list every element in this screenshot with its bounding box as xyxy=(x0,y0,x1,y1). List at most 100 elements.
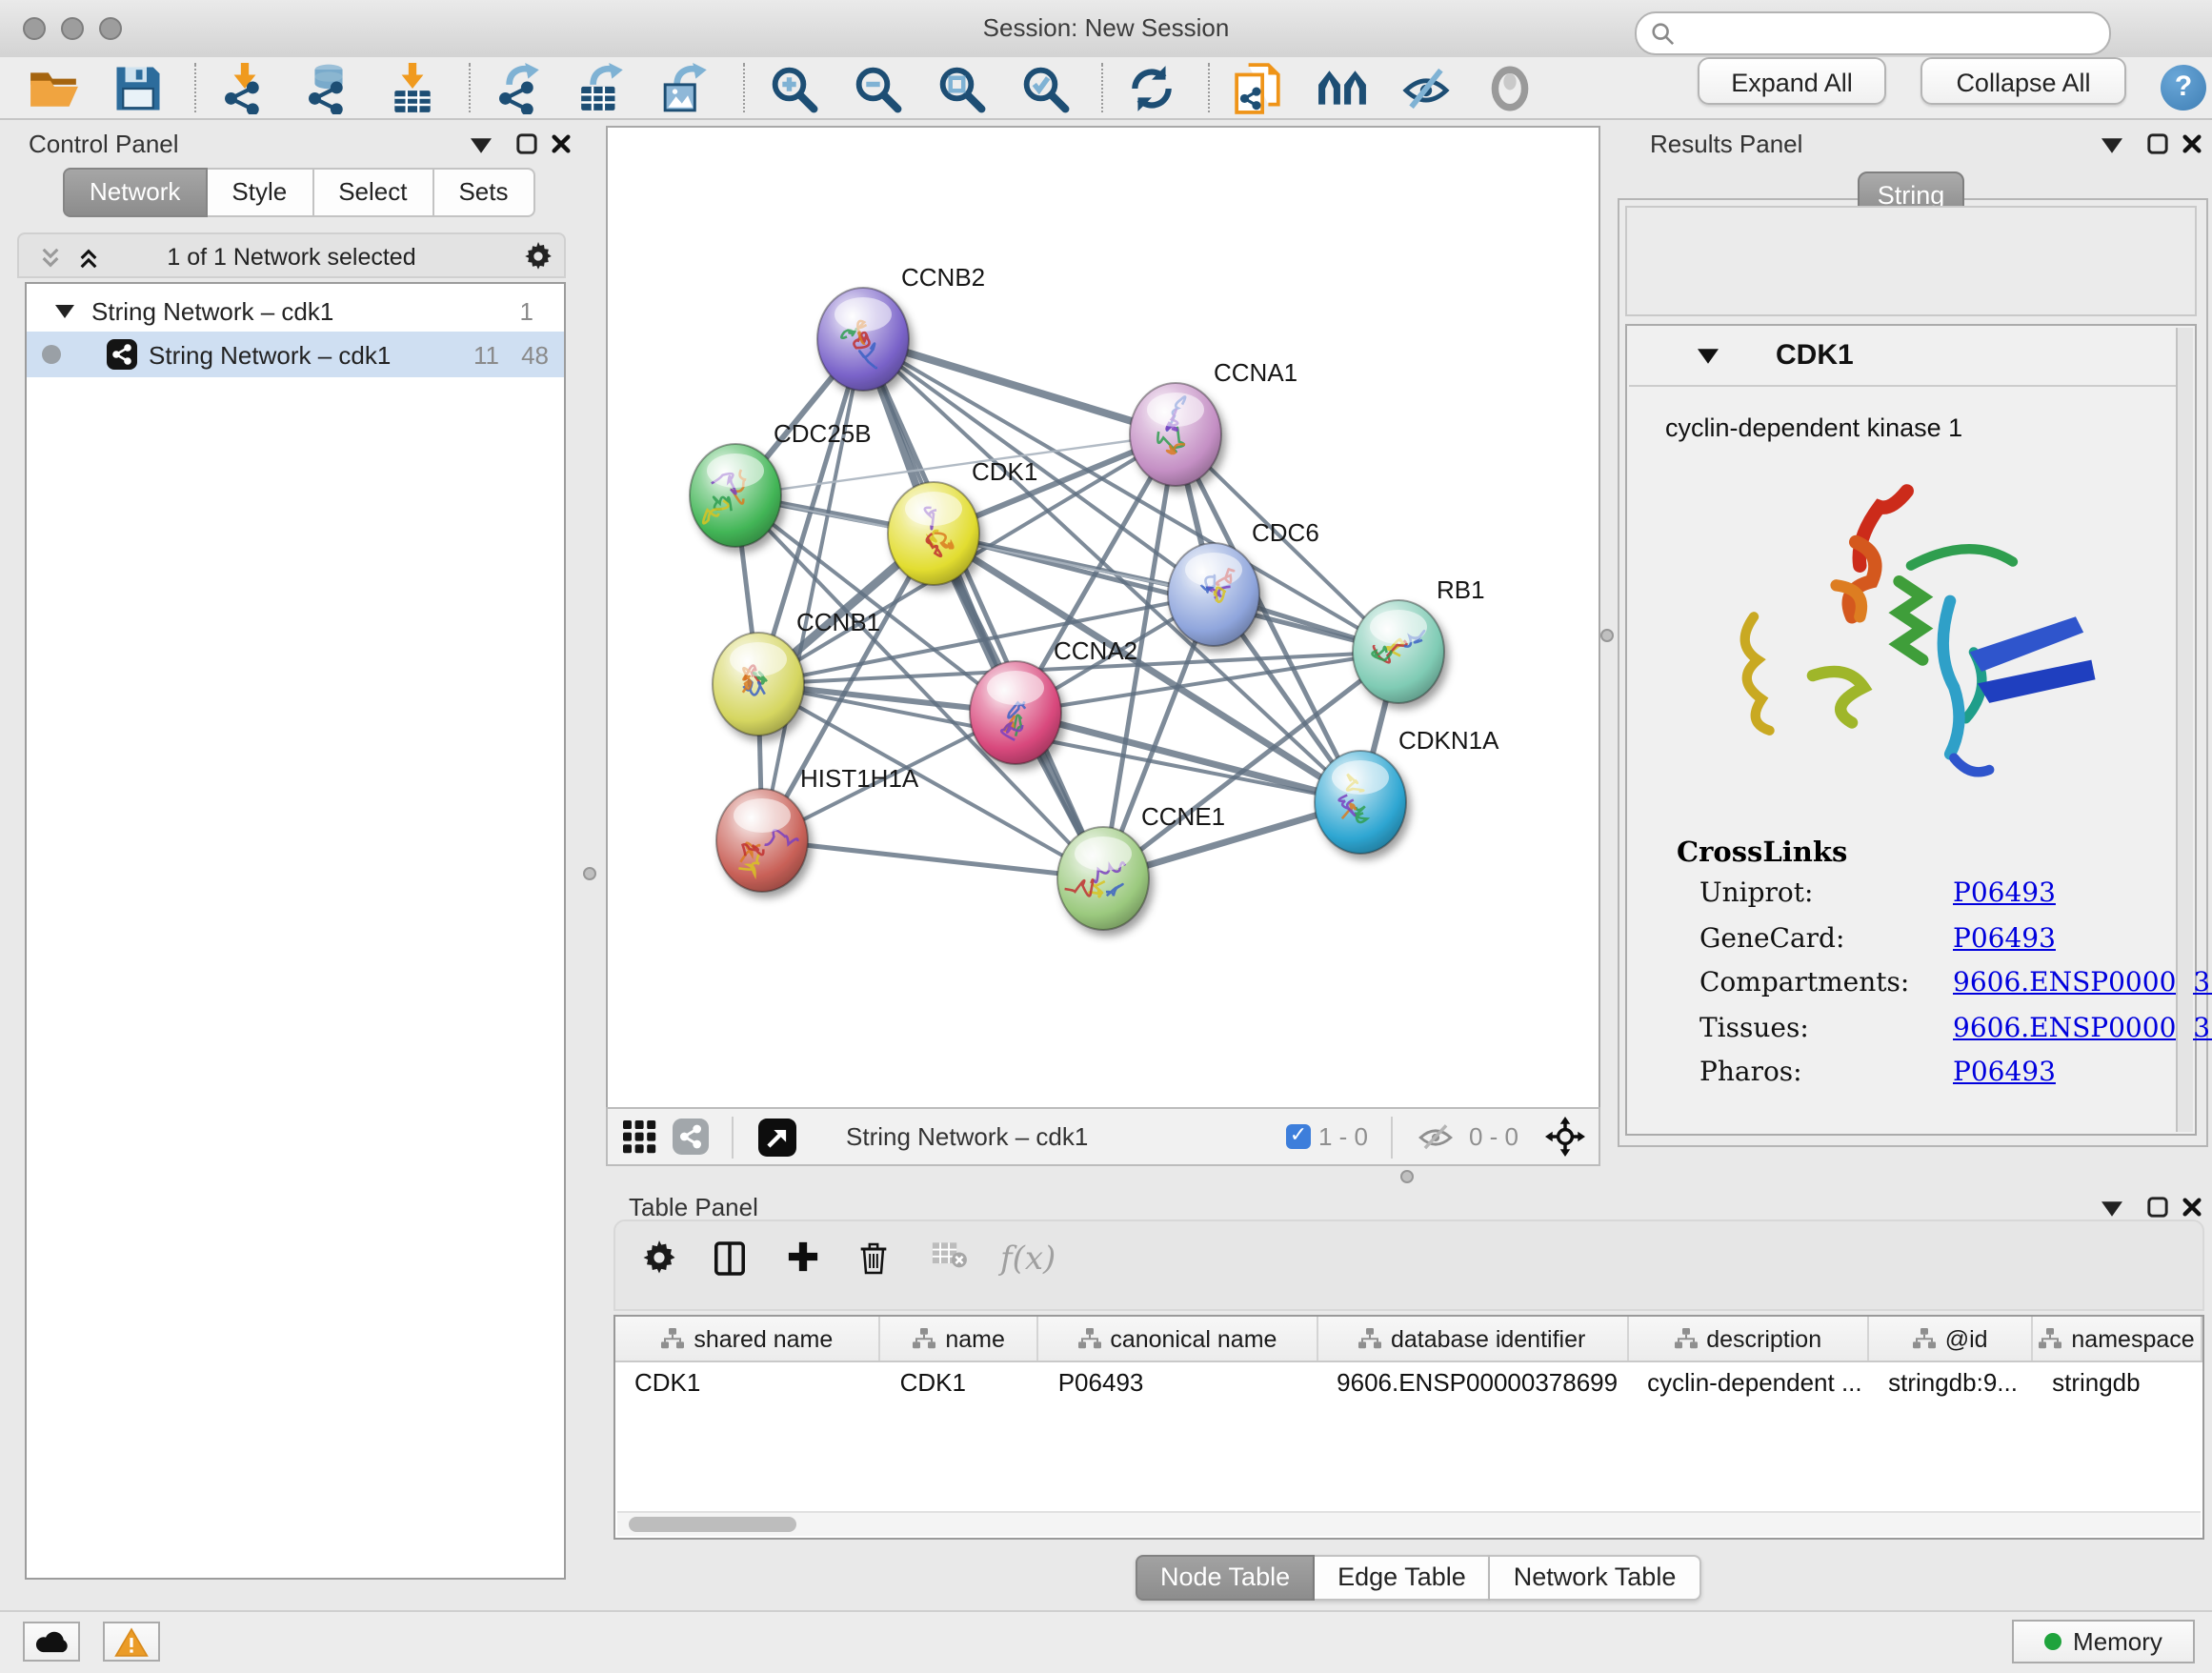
network-row-selected[interactable]: String Network – cdk1 11 48 xyxy=(27,332,564,377)
table-row[interactable]: CDK1CDK1P064939606.ENSP00000378699cyclin… xyxy=(615,1362,2202,1404)
column-header-@id[interactable]: @id xyxy=(1869,1317,2033,1361)
column-header-shared-name[interactable]: shared name xyxy=(615,1317,881,1361)
table-cell[interactable]: stringdb:9... xyxy=(1869,1362,2033,1404)
zoom-in-icon[interactable] xyxy=(762,59,823,116)
hidden-eye-slash-icon[interactable] xyxy=(1418,1121,1454,1152)
network-node-CDC25B[interactable]: CDC25B xyxy=(690,419,872,547)
cloud-button[interactable] xyxy=(23,1622,80,1662)
table-cell[interactable]: CDK1 xyxy=(615,1362,881,1404)
column-header-description[interactable]: description xyxy=(1628,1317,1869,1361)
crosslink-link[interactable]: 9606.ENSP00000378699 xyxy=(1953,1013,2212,1043)
selected-checkbox-icon[interactable]: ✓ xyxy=(1286,1124,1311,1149)
help-button[interactable]: ? xyxy=(2161,65,2206,111)
expand-all-button[interactable]: Expand All xyxy=(1698,57,1886,105)
control-panel-tabs: NetworkStyleSelectSets xyxy=(63,168,535,217)
tab-style[interactable]: Style xyxy=(207,168,313,217)
string-network-icon xyxy=(107,339,137,370)
search-input[interactable] xyxy=(1682,15,2100,51)
network-node-CCNA1[interactable]: CCNA1 xyxy=(1130,358,1297,486)
table-horizontal-scrollbar[interactable] xyxy=(617,1511,2201,1536)
zoom-out-icon[interactable] xyxy=(846,59,907,116)
string-style-icon[interactable] xyxy=(673,1119,709,1155)
delete-column-trash-icon[interactable] xyxy=(859,1240,888,1277)
table-gear-icon[interactable] xyxy=(642,1240,676,1275)
network-canvas[interactable]: CCNB2 CCNA1 CDC25B CDK1 CDC6 RB1 CCNB1 xyxy=(606,126,1600,1111)
import-table-icon[interactable] xyxy=(381,59,442,116)
result-entry-header[interactable]: CDK1 xyxy=(1629,328,2178,387)
network-label: String Network – cdk1 xyxy=(149,340,391,369)
results-scrollbar[interactable] xyxy=(2176,328,2193,1132)
tab-sets[interactable]: Sets xyxy=(433,168,534,217)
crosslink-link[interactable]: P06493 xyxy=(1953,878,2056,909)
export-image-icon[interactable] xyxy=(655,59,716,116)
memory-button[interactable]: Memory xyxy=(2012,1620,2195,1663)
tree-expand-icon[interactable] xyxy=(55,304,74,317)
network-edge-CCNB2-CCNA1[interactable] xyxy=(863,339,1176,434)
table-cell[interactable]: CDK1 xyxy=(881,1362,1039,1404)
add-column-icon[interactable] xyxy=(787,1240,819,1273)
import-network-from-database-icon[interactable] xyxy=(297,59,358,116)
zoom-selected-icon[interactable] xyxy=(1014,59,1075,116)
scrollbar-thumb[interactable] xyxy=(629,1517,796,1532)
tab-edge-table[interactable]: Edge Table xyxy=(1315,1555,1491,1601)
control-panel-float-icon[interactable] xyxy=(511,130,541,156)
node-count: 11 xyxy=(473,340,499,369)
hide-selected-icon[interactable] xyxy=(1395,59,1456,116)
open-in-window-icon[interactable] xyxy=(758,1118,796,1156)
network-node-CCNE1[interactable]: CCNE1 xyxy=(1057,802,1225,930)
column-header-namespace[interactable]: namespace xyxy=(2033,1317,2202,1361)
table-cell[interactable]: cyclin-dependent ... xyxy=(1628,1362,1869,1404)
gear-icon[interactable] xyxy=(522,242,553,269)
show-columns-icon[interactable] xyxy=(714,1240,745,1277)
crosslink-link[interactable]: P06493 xyxy=(1953,1058,2056,1088)
network-edge-CCNB2-CCNE1[interactable] xyxy=(863,339,1103,878)
vertical-splitter-handle[interactable] xyxy=(583,867,596,880)
column-header-canonical-name[interactable]: canonical name xyxy=(1039,1317,1317,1361)
move-crosshair-icon[interactable] xyxy=(1545,1117,1585,1157)
control-panel-menu-icon[interactable] xyxy=(465,131,495,158)
network-collection-row[interactable]: String Network – cdk1 1 xyxy=(27,290,564,332)
table-cell[interactable]: P06493 xyxy=(1039,1362,1317,1404)
tab-network[interactable]: Network xyxy=(63,168,207,217)
collapse-all-button[interactable]: Collapse All xyxy=(1920,57,2126,105)
results-panel-menu-icon[interactable] xyxy=(2096,131,2126,158)
node-label-CDC6: CDC6 xyxy=(1252,518,1319,547)
network-node-RB1[interactable]: RB1 xyxy=(1353,575,1485,703)
column-header-database-identifier[interactable]: database identifier xyxy=(1317,1317,1628,1361)
crosslink-link[interactable]: 9606.ENSP00000378699 xyxy=(1953,968,2212,998)
save-session-icon[interactable] xyxy=(107,59,168,116)
network-node-HIST1H1A[interactable]: HIST1H1A xyxy=(716,764,919,892)
open-session-icon[interactable] xyxy=(23,59,84,116)
table-panel-menu-icon[interactable] xyxy=(2096,1195,2126,1221)
zoom-fit-content-icon[interactable] xyxy=(930,59,991,116)
collapse-entry-icon[interactable] xyxy=(1698,349,1719,364)
tab-network-table[interactable]: Network Table xyxy=(1491,1555,1701,1601)
warnings-button[interactable] xyxy=(103,1622,160,1662)
table-panel-float-icon[interactable] xyxy=(2142,1193,2172,1219)
results-panel-close-icon[interactable] xyxy=(2176,130,2206,156)
tab-node-table[interactable]: Node Table xyxy=(1136,1555,1315,1601)
export-table-icon[interactable] xyxy=(572,59,633,116)
export-network-icon[interactable] xyxy=(488,59,549,116)
network-edge-HIST1H1A-CCNE1[interactable] xyxy=(762,840,1103,878)
grid-view-icon[interactable] xyxy=(623,1119,657,1154)
tab-select[interactable]: Select xyxy=(313,168,433,217)
vertical-splitter-handle[interactable] xyxy=(1600,629,1614,642)
control-panel-close-icon[interactable] xyxy=(545,130,575,156)
table-panel-close-icon[interactable] xyxy=(2176,1193,2206,1219)
column-header-name[interactable]: name xyxy=(881,1317,1039,1361)
search-icon xyxy=(1650,21,1675,46)
show-all-icon[interactable] xyxy=(1478,59,1539,116)
birds-eye-view-icon[interactable] xyxy=(1311,59,1372,116)
network-node-CDKN1A[interactable]: CDKN1A xyxy=(1315,726,1499,854)
table-cell[interactable]: 9606.ENSP00000378699 xyxy=(1317,1362,1628,1404)
node-label-CCNE1: CCNE1 xyxy=(1141,802,1225,831)
horizontal-splitter-handle[interactable] xyxy=(1400,1170,1414,1183)
duplicate-network-icon[interactable] xyxy=(1227,59,1288,116)
results-panel-float-icon[interactable] xyxy=(2142,130,2172,156)
table-cell[interactable]: stringdb xyxy=(2033,1362,2202,1404)
refresh-network-icon[interactable] xyxy=(1120,59,1181,116)
results-panel-title: Results Panel xyxy=(1650,130,1802,158)
crosslink-link[interactable]: P06493 xyxy=(1953,923,2056,954)
import-network-icon[interactable] xyxy=(213,59,274,116)
